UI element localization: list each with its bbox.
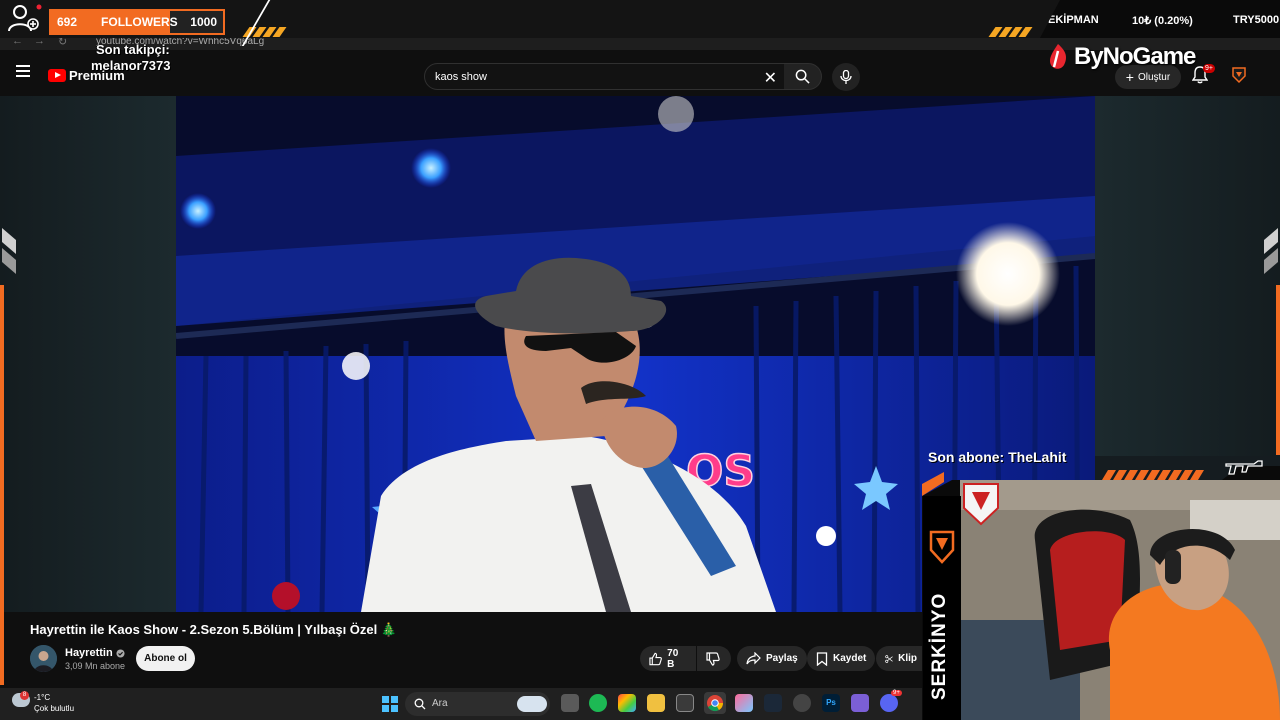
spotify-icon[interactable] (589, 694, 607, 712)
last-subscriber: Son abone: TheLahit (928, 449, 1067, 465)
channel-name[interactable]: Hayrettin (65, 647, 125, 659)
hamburger-menu-icon[interactable] (16, 65, 30, 77)
subscribe-button[interactable]: Abone ol (136, 646, 195, 671)
microphone-icon (840, 70, 852, 84)
taskbar-search[interactable]: Ara (405, 692, 550, 716)
weather-condition: Çok bulutlu (34, 704, 75, 713)
voice-search-button[interactable] (832, 63, 860, 91)
search-highlight-icon (517, 696, 547, 712)
streamer-name: SERKİNYO (929, 592, 950, 700)
steam-icon[interactable] (764, 694, 782, 712)
like-button[interactable]: 70 B (640, 646, 696, 671)
right-chevron-deco (1264, 228, 1278, 274)
channel-name-text: Hayrettin (65, 647, 113, 659)
followers-goal: 1000 (190, 15, 217, 29)
search-icon (795, 69, 810, 84)
rifle-icon (1225, 460, 1263, 475)
photos-icon[interactable] (735, 694, 753, 712)
search-query: kaos show (435, 71, 487, 83)
team-shield-logo-icon (963, 483, 999, 526)
add-user-icon (8, 4, 42, 32)
scissors-icon (885, 654, 893, 663)
verified-check-icon (116, 648, 125, 658)
channel-avatar[interactable] (30, 645, 57, 672)
taskbar-search-icon (414, 698, 426, 710)
equipment-panel: EKİPMAN 10₺ (0.20%) TRY5000 (1040, 0, 1280, 38)
equipment-value: 10₺ (0.20%) (1132, 15, 1193, 27)
temperature: -1°C (34, 693, 51, 702)
webcam-image (960, 480, 1280, 720)
orange-shield-icon (929, 530, 955, 564)
search-button[interactable] (784, 63, 822, 90)
clear-search-icon[interactable]: ✕ (764, 68, 777, 88)
app-icon[interactable] (851, 694, 869, 712)
thumbs-down-icon (706, 651, 720, 666)
task-view-icon[interactable] (561, 694, 579, 712)
share-icon (746, 652, 761, 665)
equipment-label: EKİPMAN (1048, 14, 1099, 26)
store-icon[interactable] (676, 694, 694, 712)
like-count: 70 B (667, 647, 679, 670)
followers-label: FOLLOWERS (101, 15, 178, 29)
bookmark-icon (816, 651, 828, 666)
save-button[interactable]: Kaydet (807, 646, 876, 671)
followers-goal-bar: 692 FOLLOWERS 1000 (49, 9, 225, 35)
save-label: Kaydet (833, 653, 867, 664)
youtube-play-icon (48, 69, 66, 82)
last-follower-label: Son takipçi: (96, 42, 170, 57)
bynogame-flame-icon (1049, 44, 1066, 69)
stripes-deco-right (988, 27, 1033, 37)
ambient-left (0, 96, 176, 612)
share-button[interactable]: Paylaş (737, 646, 807, 671)
copilot-icon[interactable] (618, 694, 636, 712)
sponsor-name: ByNoGame (1074, 43, 1196, 70)
chrome-icon (707, 695, 724, 712)
windows-taskbar: 8 -1°C Çok bulutlu Ara Ps 9+ (0, 688, 930, 720)
plus-icon: + (1125, 69, 1134, 85)
equipment-currency: TRY5000 (1233, 14, 1280, 26)
right-accent-bar (1276, 285, 1280, 455)
stream-overlay-topbar: 692 FOLLOWERS 1000 EKİPMAN 10₺ (0.20%) T… (0, 0, 1280, 46)
photoshop-icon[interactable]: Ps (822, 694, 840, 712)
dislike-button[interactable] (697, 646, 731, 671)
channel-avatar-art (30, 645, 57, 672)
file-explorer-icon[interactable] (647, 694, 665, 712)
discord-icon[interactable]: 9+ (880, 690, 902, 712)
clip-button[interactable]: Klip (876, 646, 926, 671)
windows-start-icon[interactable] (382, 696, 398, 712)
last-follower-name: melanor7373 (91, 58, 171, 73)
chrome-active-icon[interactable] (704, 692, 726, 714)
clip-label: Klip (898, 653, 917, 664)
ambient-right (1095, 96, 1280, 456)
video-title: Hayrettin ile Kaos Show - 2.Sezon 5.Bölü… (30, 622, 398, 637)
subscriber-count: 3,09 Mn abone (65, 661, 126, 671)
left-chevron-deco (2, 228, 16, 274)
thumbs-up-icon (649, 652, 662, 665)
sponsor-logo: ByNoGame (1046, 43, 1196, 71)
screen: OS Premium kaos show ✕ + Oluştur 9+ ← → … (0, 0, 1280, 720)
shield-logo-icon (1232, 67, 1246, 84)
followers-count: 692 (57, 15, 78, 29)
create-label: Oluştur (1137, 71, 1171, 83)
notification-badge: 9+ (1203, 64, 1215, 73)
obs-icon[interactable] (793, 694, 811, 712)
share-label: Paylaş (766, 653, 798, 664)
search-input[interactable]: kaos show ✕ (424, 63, 786, 90)
discord-badge: 9+ (891, 690, 902, 696)
weather-badge: 8 (20, 691, 29, 700)
taskbar-search-placeholder: Ara (432, 698, 448, 709)
left-accent-bar (0, 285, 4, 685)
webcam-feed (960, 480, 1280, 720)
account-avatar[interactable] (1230, 66, 1248, 84)
